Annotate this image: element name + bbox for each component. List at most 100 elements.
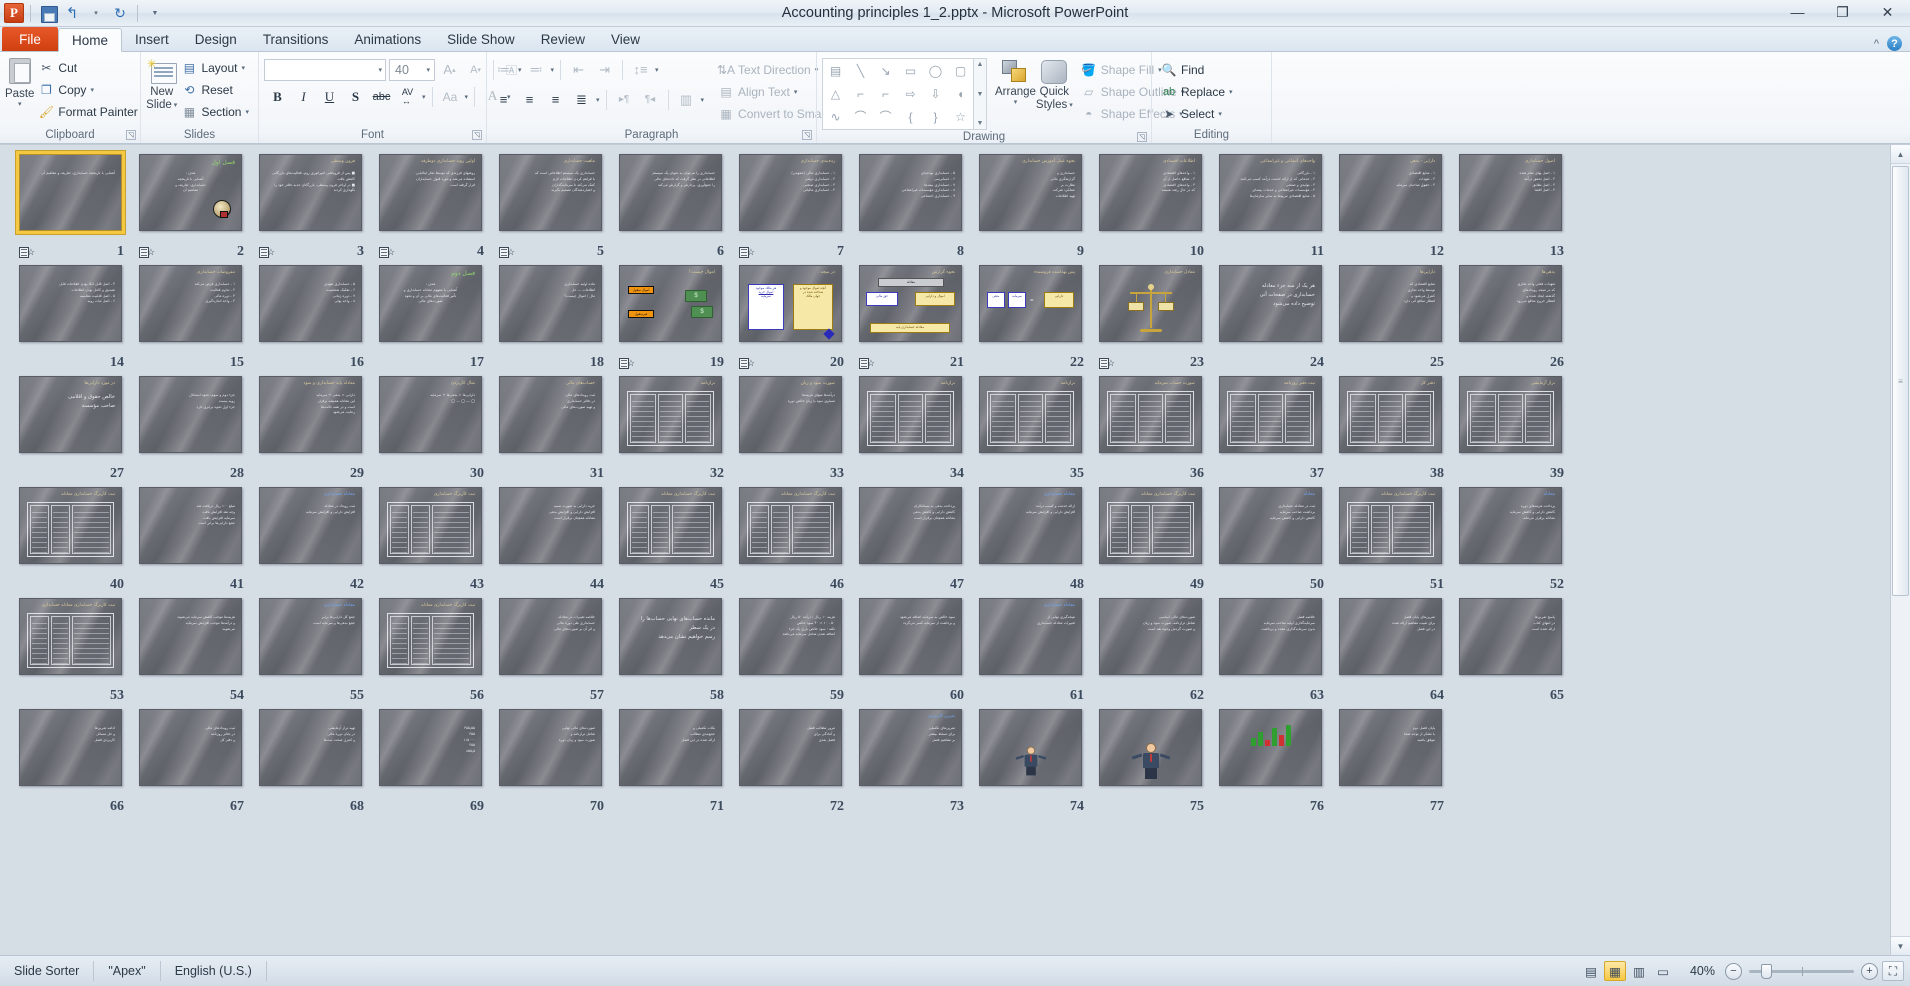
slide-thumbnail-wrap[interactable]: ماهیت حسابداری حسابداری یک سیستم اطلاعاتی… bbox=[499, 154, 602, 231]
slide-sorter-pane[interactable]: آشنایی با تاریخچه حسابداری، تعاریف و مفا… bbox=[0, 144, 1910, 955]
slide-thumbnail[interactable]: فصل دوم هدف : آشنایی با مفهوم معادله حسابد… bbox=[379, 265, 482, 342]
numbering-button[interactable]: ≕ bbox=[525, 58, 548, 81]
reset-button[interactable]: ⟲ Reset bbox=[177, 79, 253, 100]
slide-thumbnail-cell[interactable]: در مورد دارایی‌ها خالص حقوق و اقلامی صاحب … bbox=[12, 373, 132, 484]
slide-thumbnail-cell[interactable]: معادله حسابداری ارائه خدمت و کسب درآمد افز… bbox=[972, 484, 1092, 595]
slide-thumbnail[interactable]: هزینه‌ها موجب کاهش سرمایه می‌شوند و درآمد… bbox=[139, 598, 242, 675]
slide-thumbnail-cell[interactable]: حسابداری را می‌توان به عنوان یک سیستم اطل… bbox=[612, 151, 732, 262]
slide-thumbnail-cell[interactable]: ۵ - حسابداری بودجه‌ای ۶ - حسابرسی ۷ - حساب… bbox=[852, 151, 972, 262]
minimize-button[interactable]: — bbox=[1775, 0, 1820, 24]
slide-thumbnail-cell[interactable]: خلاصه فصل سرمایه‌گذاری اولیه صاحب سرمایه ب… bbox=[1212, 595, 1332, 706]
chevron-down-icon[interactable]: ▾ bbox=[378, 66, 382, 74]
decrease-indent-button[interactable]: ⇤ bbox=[567, 58, 590, 81]
slide-thumbnail-cell[interactable]: ماهیت حسابداری حسابداری یک سیستم اطلاعاتی… bbox=[492, 151, 612, 262]
chevron-down-icon[interactable]: ▾ bbox=[241, 64, 245, 72]
chevron-down-icon[interactable]: ▾ bbox=[551, 66, 555, 74]
slide-thumbnail-wrap[interactable]: هر یک از سه جزء معادله حسابداری در صفحات … bbox=[1219, 265, 1322, 342]
slide-thumbnail[interactable]: بدهی‌ها تعهدات فعلی واحد تجاری که در نتیجه… bbox=[1459, 265, 1562, 342]
slide-thumbnail-cell[interactable]: مفروضات حسابداری ۱ - حسابداری فرض می‌کند ۲… bbox=[132, 262, 252, 373]
slide-thumbnail[interactable]: صورت سود و زیان درآمدها منهای هزینه‌ها مسا… bbox=[739, 376, 842, 453]
slide-thumbnail-wrap[interactable]: تمرین‌های پایان فصل برای تثبیت مفاهیم ارا… bbox=[1339, 598, 1442, 675]
slide-thumbnail-cell[interactable]: 76 bbox=[1212, 706, 1332, 817]
slide-thumbnail[interactable]: هر یک از سه جزء معادله حسابداری در صفحات … bbox=[1219, 265, 1322, 342]
slide-thumbnail-cell[interactable]: رده‌بندی حسابداری ۱ - حسابداری مالی (عموم… bbox=[732, 151, 852, 262]
slide-thumbnail[interactable]: ۵ - حسابداری بودجه‌ای ۶ - حسابرسی ۷ - حساب… bbox=[859, 154, 962, 231]
shadow-button[interactable]: S bbox=[344, 85, 367, 108]
transition-indicator-icon[interactable]: ☆ bbox=[1099, 357, 1115, 371]
strikethrough-button[interactable]: abc bbox=[370, 85, 393, 108]
close-button[interactable]: ✕ bbox=[1865, 0, 1910, 24]
slide-thumbnail-cell[interactable]: هزینه‌ها موجب کاهش سرمایه می‌شوند و درآمد… bbox=[132, 595, 252, 706]
slide-thumbnail-cell[interactable]: هزینه ۱۰ ریال / درآمد ۵۰ ریال ۵۰ - ۱۰ = ۴… bbox=[732, 595, 852, 706]
scrollbar-track[interactable] bbox=[1891, 164, 1910, 936]
slide-thumbnail[interactable]: ۵ - حسابداری تعهدی ۶ - تفکیک شخصیت ۷ - دور… bbox=[259, 265, 362, 342]
slide-thumbnail-wrap[interactable] bbox=[979, 709, 1082, 786]
slide-thumbnail-cell[interactable]: فصل اول هدف : آشنایی با تاریخچه حسابداری، ت… bbox=[132, 151, 252, 262]
slide-thumbnail[interactable]: خلاصه تغییرات در معادله حسابداری طی دوره … bbox=[499, 598, 602, 675]
slide-thumbnail-cell[interactable]: خلاصه تغییرات در معادله حسابداری طی دوره … bbox=[492, 595, 612, 706]
cut-button[interactable]: ✂ Cut bbox=[34, 57, 141, 78]
slide-thumbnail-wrap[interactable]: ۵ - حسابداری بودجه‌ای ۶ - حسابرسی ۷ - حساب… bbox=[859, 154, 962, 231]
paste-button[interactable]: Paste ▾ bbox=[5, 56, 34, 109]
slide-thumbnail-cell[interactable]: صورت سود و زیان درآمدها منهای هزینه‌ها مسا… bbox=[732, 373, 852, 484]
slide-thumbnail-wrap[interactable]: ثبت رویدادهای مالی در دفاتر روزنامه و دفتر… bbox=[139, 709, 242, 786]
chevron-down-icon[interactable]: ▾ bbox=[1229, 88, 1233, 96]
slide-thumbnail-cell[interactable]: معادله پایه حسابداری و سود دارایی = بدهی … bbox=[252, 373, 372, 484]
slide-thumbnail-wrap[interactable]: دارایی‌ها منابع اقتصادی که توسط واحد تجاری… bbox=[1339, 265, 1442, 342]
transition-indicator-icon[interactable]: ☆ bbox=[379, 246, 395, 260]
slide-thumbnail[interactable]: ماهیت حسابداری حسابداری یک سیستم اطلاعاتی… bbox=[499, 154, 602, 231]
chevron-down-icon[interactable]: ▾ bbox=[245, 108, 249, 116]
slide-thumbnail[interactable]: ثبت کاربرگ حسابداری معادله bbox=[19, 487, 122, 564]
slide-thumbnail-wrap[interactable]: معادله ثبت در معادله حسابداری برداشت صاحب … bbox=[1219, 487, 1322, 564]
slide-thumbnail[interactable]: تهیه تراز آزمایشی در پایان دوره مالی و کنت… bbox=[259, 709, 362, 786]
slide-thumbnail-wrap[interactable]: ثبت کاربرگ حسابداری معادله bbox=[1339, 487, 1442, 564]
slide-thumbnail-wrap[interactable]: پاسخ تمرین‌ها در انتهای کتاب ارائه شده است bbox=[1459, 598, 1562, 675]
slide-thumbnail[interactable]: دارایی - بدهی ۱ - منابع اقتصادی ۲ - تعهدات… bbox=[1339, 154, 1442, 231]
columns-button[interactable]: ▥ bbox=[675, 88, 698, 111]
slide-thumbnail-wrap[interactable]: اموال چیست؟ اموال منقول غیرمنقول bbox=[619, 265, 722, 342]
shape-cloud-icon[interactable]: ◖ bbox=[957, 88, 964, 100]
slide-thumbnail[interactable]: معادله ثبت در معادله حسابداری برداشت صاحب … bbox=[1219, 487, 1322, 564]
status-language[interactable]: English (U.S.) bbox=[161, 961, 267, 981]
more-shapes-icon[interactable]: ▼ bbox=[977, 120, 984, 127]
slide-thumbnail-wrap[interactable]: حسابداری را می‌توان به عنوان یک سیستم اطل… bbox=[619, 154, 722, 231]
slide-thumbnail-cell[interactable]: فصل دوم هدف : آشنایی با مفهوم معادله حسابد… bbox=[372, 262, 492, 373]
slide-thumbnail-cell[interactable]: پرداخت بدهی به بستانکاران کاهش دارایی و ک… bbox=[852, 484, 972, 595]
increase-font-size-button[interactable]: A ▴ bbox=[438, 58, 461, 81]
slide-thumbnail-wrap[interactable]: حساب‌های مالی ثبت رویدادهای مالی در دفاتر … bbox=[499, 376, 602, 453]
slide-show-button[interactable]: ▭ bbox=[1652, 961, 1674, 981]
select-button[interactable]: ➤ Select ▾ bbox=[1157, 103, 1237, 124]
powerpoint-logo-icon[interactable]: P bbox=[4, 3, 24, 23]
slide-thumbnail-wrap[interactable]: تمرین کاربردی تمرین‌های تکمیلی برای تسلط ب… bbox=[859, 709, 962, 786]
slide-thumbnail-cell[interactable]: در نتیجه : هر مالک موجود اموال خرید سرمایه … bbox=[732, 262, 852, 373]
slide-thumbnail-cell[interactable]: ثبت رویدادهای مالی در دفاتر روزنامه و دفتر… bbox=[132, 706, 252, 817]
slide-thumbnail-cell[interactable]: ثبت کاربرگ حسابداری معادله 49 bbox=[1092, 484, 1212, 595]
slide-thumbnail-wrap[interactable]: اطلاعات اقتصادی ۱ - واحدهای اقتصادی ۲ - من… bbox=[1099, 154, 1202, 231]
layout-button[interactable]: ▤ Layout ▾ bbox=[177, 57, 253, 78]
scroll-down-icon[interactable]: ▼ bbox=[977, 91, 984, 98]
tab-design[interactable]: Design bbox=[182, 27, 250, 51]
new-slide-button[interactable]: ✳ New Slide ▾ bbox=[146, 56, 177, 112]
slide-thumbnail-wrap[interactable]: ترازنامه bbox=[859, 376, 962, 453]
paragraph-dialog-launcher[interactable]: ◹ bbox=[802, 130, 812, 140]
slide-thumbnail-wrap[interactable]: ثبت کاربرگ حسابداری معادله bbox=[1099, 487, 1202, 564]
increase-indent-button[interactable]: ⇥ bbox=[593, 58, 616, 81]
slide-thumbnail[interactable]: اصول حسابداری ۱ - اصل بهای تمام شده ۲ - اص… bbox=[1459, 154, 1562, 231]
slide-thumbnail[interactable]: تمرین‌های پایان فصل برای تثبیت مفاهیم ارا… bbox=[1339, 598, 1442, 675]
slide-thumbnail[interactable]: مانده حساب‌های نهایی حساب‌ها را در یک سطر… bbox=[619, 598, 722, 675]
slide-thumbnail-cell[interactable]: ماده اولیه حسابداری اطلاعات — حل مال / امو… bbox=[492, 262, 612, 373]
scroll-up-button[interactable]: ▲ bbox=[1891, 145, 1910, 164]
slide-thumbnail[interactable]: فصل اول هدف : آشنایی با تاریخچه حسابداری، ت… bbox=[139, 154, 242, 231]
slide-thumbnail-wrap[interactable]: ۵ - حسابداری تعهدی ۶ - تفکیک شخصیت ۷ - دور… bbox=[259, 265, 362, 342]
slide-thumbnail[interactable]: پرداخت بدهی به بستانکاران کاهش دارایی و ک… bbox=[859, 487, 962, 564]
slide-thumbnail-cell[interactable]: هر یک از سه جزء معادله حسابداری در صفحات … bbox=[1212, 262, 1332, 373]
slide-thumbnail-cell[interactable]: معادل حسابداری ☆ 23 bbox=[1092, 262, 1212, 373]
slide-thumbnail-wrap[interactable]: تهیه تراز آزمایشی در پایان دوره مالی و کنت… bbox=[259, 709, 362, 786]
slide-thumbnail-cell[interactable]: معادله پرداخت هزینه‌های دوره کاهش دارایی و… bbox=[1452, 484, 1572, 595]
align-center-button[interactable]: ≡ bbox=[518, 88, 541, 111]
slide-thumbnail-wrap[interactable]: جزء دوم و سوم: نحوه استدلال رویه بیست جزء … bbox=[139, 376, 242, 453]
shape-rounded-rect-icon[interactable]: ▢ bbox=[955, 65, 966, 77]
slide-thumbnail[interactable]: نحوه گزارش معادله حق مالی اموال و دارایی … bbox=[859, 265, 962, 342]
slide-thumbnail-wrap[interactable] bbox=[1099, 709, 1202, 786]
slide-thumbnail-cell[interactable]: ترازنامه 34 bbox=[852, 373, 972, 484]
